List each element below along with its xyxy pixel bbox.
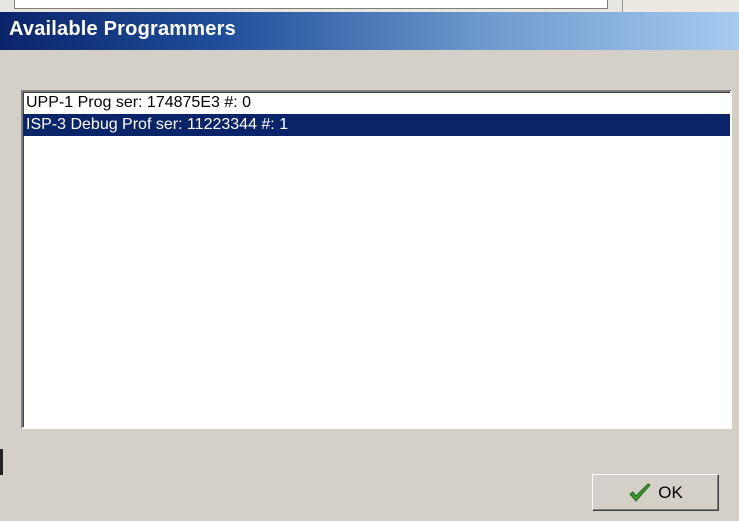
programmer-item-upp-1[interactable]: UPP-1 Prog ser: 174875E3 #: 0 — [23, 92, 730, 114]
ok-button-label: OK — [658, 482, 683, 502]
available-programmers-dialog: Available Programmers UPP-1 Prog ser: 17… — [0, 12, 739, 521]
dialog-title: Available Programmers — [9, 18, 236, 40]
programmer-item-isp-3[interactable]: ISP-3 Debug Prof ser: 11223344 #: 1 — [23, 114, 730, 136]
dialog-titlebar[interactable]: Available Programmers — [0, 12, 739, 50]
programmer-item-label: UPP-1 Prog ser: 174875E3 #: 0 — [26, 94, 252, 111]
programmers-listbox[interactable]: UPP-1 Prog ser: 174875E3 #: 0 ISP-3 Debu… — [21, 90, 732, 429]
programmer-item-label: ISP-3 Debug Prof ser: 11223344 #: 1 — [26, 116, 289, 133]
background-tab — [622, 0, 739, 12]
edge-artifact — [0, 449, 3, 475]
checkmark-icon — [629, 482, 652, 502]
background-field — [14, 0, 608, 9]
ok-button[interactable]: OK — [592, 474, 719, 511]
